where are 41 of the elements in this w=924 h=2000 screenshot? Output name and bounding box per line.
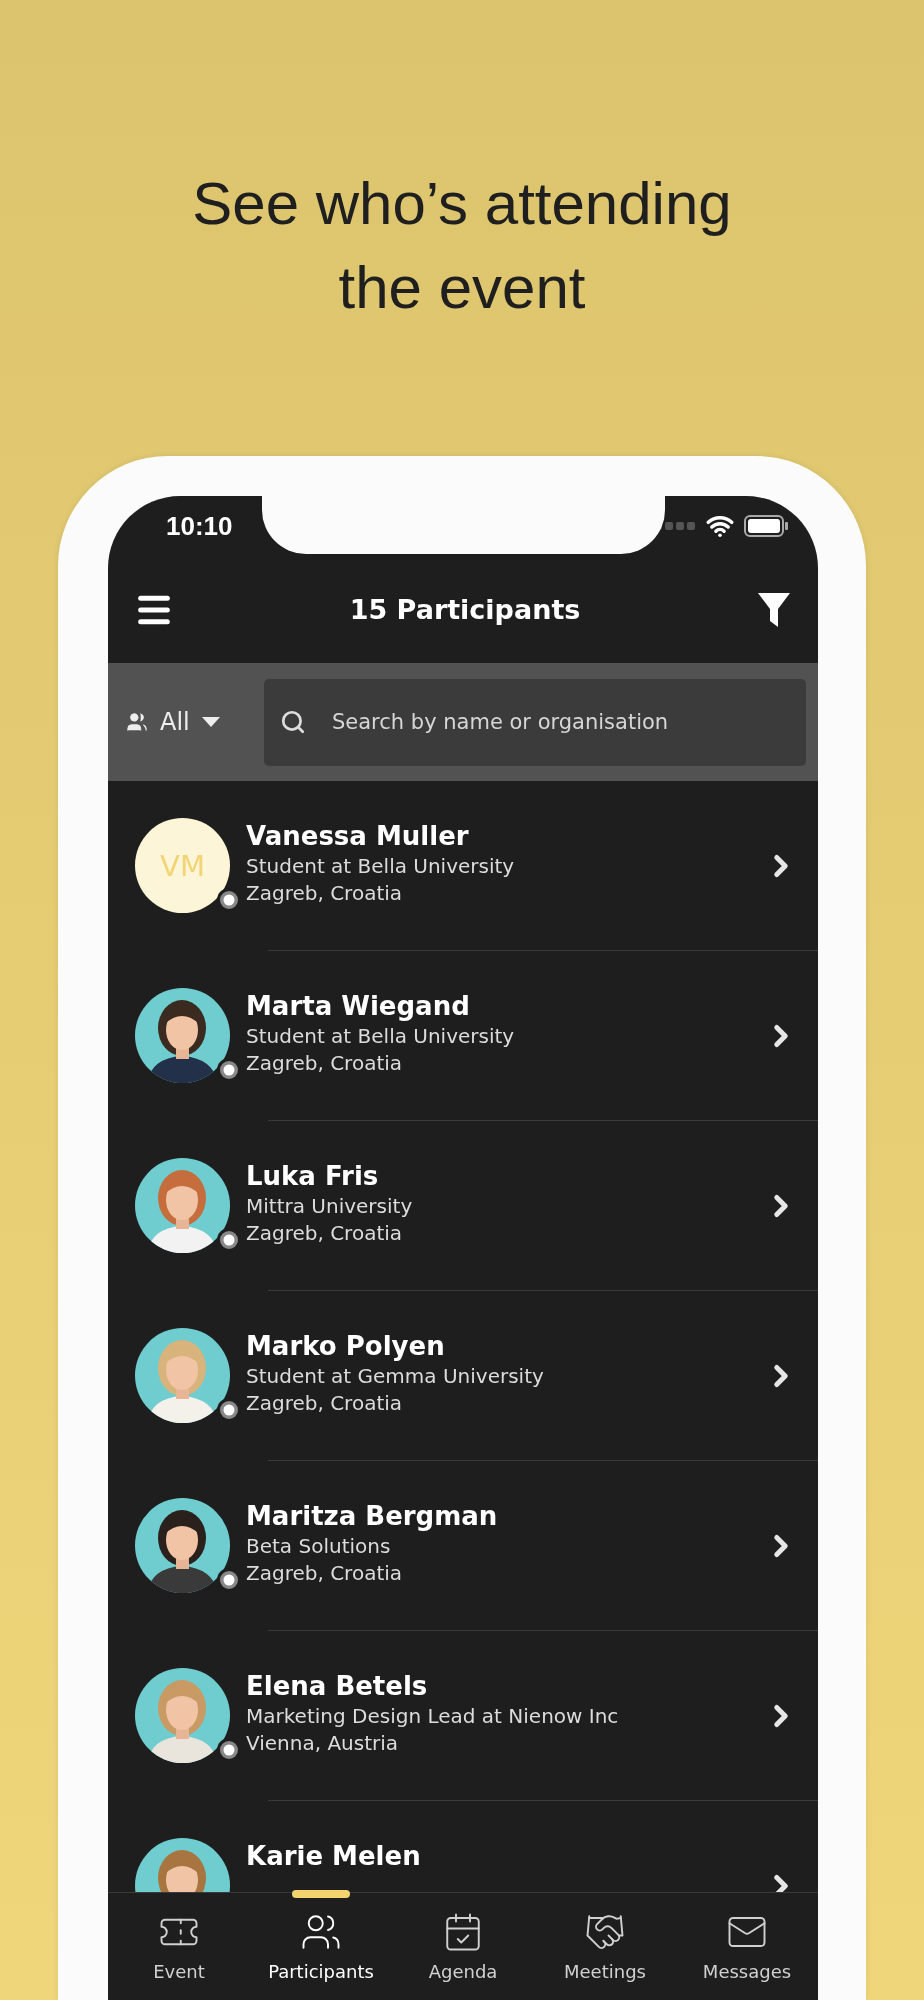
- participant-name: Vanessa Muller: [246, 821, 470, 851]
- tab[interactable]: Event: [108, 1893, 250, 2000]
- participant-name: Elena Betels: [246, 1671, 429, 1701]
- participant-location: Zagreb, Croatia: [246, 1391, 404, 1415]
- participant-location: Zagreb, Croatia: [246, 1051, 404, 1075]
- participant-name: Marko Polyen: [246, 1331, 446, 1361]
- caret-icon: [201, 717, 220, 727]
- tab[interactable]: Agenda: [392, 1893, 534, 2000]
- participant-organisation: Marketing Design Lead at Nienow Inc: [246, 1704, 620, 1728]
- search-icon: [280, 709, 306, 735]
- participant-name: Luka Fris: [246, 1161, 380, 1191]
- participant-organisation: Student at Bella University: [246, 1024, 516, 1048]
- participant-row[interactable]: Elena Betels Marketing Design Lead at Nienow Inc Vienna, Austria: [108, 1631, 818, 1801]
- page-title: 15 Participants: [349, 594, 581, 625]
- headline: See who’s attending the event: [191, 169, 733, 323]
- participant-name: Maritza Bergman: [246, 1501, 499, 1531]
- participant-row[interactable]: Marko Polyen Student at Gemma University Zagreb, Croatia: [108, 1291, 818, 1461]
- status-time: 10:10: [166, 510, 233, 542]
- participant-organisation: Student at Bella University: [246, 854, 516, 878]
- participant-location: Zagreb, Croatia: [246, 1221, 404, 1245]
- participant-location: Vienna, Austria: [246, 1731, 400, 1755]
- participant-row[interactable]: Luka Fris Mittra University Zagreb, Croatia: [108, 1121, 818, 1291]
- participant-row[interactable]: Maritza Bergman Beta Solutions Zagreb, Croatia: [108, 1461, 818, 1631]
- participant-organisation: Student at Gemma University: [246, 1364, 545, 1388]
- selection-indicator: [292, 1890, 350, 1898]
- tab[interactable]: Participants: [250, 1893, 392, 2000]
- people-icon: [126, 711, 148, 733]
- search-field[interactable]: Search by name or organisation: [264, 678, 806, 766]
- group-dropdown[interactable]: All: [122, 708, 250, 736]
- tab[interactable]: Messages: [676, 1893, 818, 2000]
- initials-avatar: VM: [135, 818, 230, 913]
- participant-row[interactable]: Marta Wiegand Student at Bella University Zagreb, Croatia: [108, 951, 818, 1121]
- participant-name: Karie Melen: [246, 1841, 422, 1871]
- battery-icon: [744, 515, 788, 537]
- participant-location: Zagreb, Croatia: [246, 1561, 404, 1585]
- participant-name: Marta Wiegand: [246, 991, 471, 1021]
- participant-organisation: Mittra University: [246, 1194, 414, 1218]
- participant-organisation: Beta Solutions: [246, 1534, 392, 1558]
- participant-location: Zagreb, Croatia: [246, 881, 404, 905]
- participant-row[interactable]: VM Vanessa Muller Student at Bella University Zagreb, Croatia: [108, 781, 818, 951]
- tab[interactable]: Meetings: [534, 1893, 676, 2000]
